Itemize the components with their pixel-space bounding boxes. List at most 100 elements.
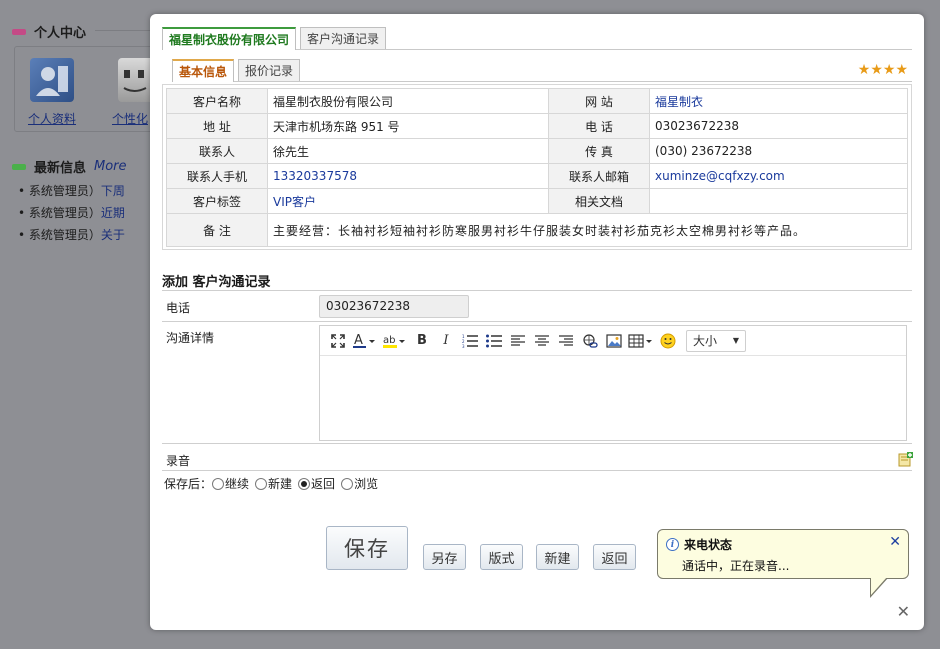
- sub-tab-bar: 基本信息 报价记录: [172, 59, 912, 82]
- call-status-message: 通话中，正在录音...: [682, 559, 790, 573]
- info-key: 备 注: [166, 213, 268, 247]
- add-recording-icon[interactable]: [898, 451, 914, 467]
- fullscreen-icon[interactable]: [326, 330, 350, 352]
- tab-communication-records[interactable]: 客户沟通记录: [300, 27, 387, 49]
- radio-selected-icon: [298, 477, 311, 490]
- profile-app[interactable]: 个人资料: [22, 58, 82, 127]
- call-status-title: 来电状态: [684, 538, 733, 552]
- bold-icon[interactable]: B: [410, 330, 434, 352]
- highlight-color-icon[interactable]: ab: [380, 330, 410, 352]
- editor-toolbar: A ab B I 123 大小 ▼: [320, 326, 906, 356]
- tab-quote-records[interactable]: 报价记录: [238, 59, 301, 81]
- top-tab-bar: 福星制衣股份有限公司 客户沟通记录: [162, 27, 912, 50]
- chevron-down-icon: ▼: [732, 336, 739, 345]
- latest-info-title: 最新信息: [34, 161, 87, 176]
- info-key: 传 真: [548, 138, 650, 164]
- website-link[interactable]: 福星制衣: [649, 88, 908, 114]
- rating-stars: ★★★★: [857, 62, 908, 78]
- latest-info-header: 最新信息 More: [12, 157, 127, 176]
- profile-link[interactable]: 个人资料: [22, 110, 82, 127]
- call-status-popup: i 来电状态 通话中，正在录音... ✕: [657, 529, 909, 598]
- news-item[interactable]: • 系统管理员）下周: [18, 182, 125, 199]
- info-icon: i: [666, 538, 679, 551]
- table-row: 地 址 天津市机场东路 951 号 电 话 03023672238: [166, 113, 908, 139]
- tag-link[interactable]: VIP客户: [267, 188, 549, 214]
- save-after-label: 保存后：: [164, 477, 213, 491]
- info-value: 天津市机场东路 951 号: [267, 113, 549, 139]
- italic-icon[interactable]: I: [434, 330, 458, 352]
- back-button[interactable]: 返回: [593, 544, 636, 570]
- finder-icon: [118, 58, 154, 102]
- divider: [162, 290, 912, 291]
- documents-value: [649, 188, 908, 214]
- emoticon-icon[interactable]: [656, 330, 680, 352]
- table-icon[interactable]: [626, 330, 656, 352]
- align-right-icon[interactable]: [554, 330, 578, 352]
- save-button[interactable]: 保存: [326, 526, 408, 570]
- table-row: 客户名称 福星制衣股份有限公司 网 站 福星制衣: [166, 88, 908, 114]
- option-back[interactable]: 返回: [298, 475, 335, 492]
- info-key: 客户名称: [166, 88, 268, 114]
- phone-label: 电话: [166, 301, 191, 315]
- option-browse[interactable]: 浏览: [341, 475, 378, 492]
- table-row: 联系人手机 13320337578 联系人邮箱 xuminze@cqfxzy.c…: [166, 163, 908, 189]
- info-value: (030) 23672238: [649, 138, 908, 164]
- phone-field[interactable]: 03023672238: [319, 295, 469, 318]
- rich-text-editor: A ab B I 123 大小 ▼: [319, 325, 907, 441]
- align-center-icon[interactable]: [530, 330, 554, 352]
- email-link[interactable]: xuminze@cqfxzy.com: [649, 163, 908, 189]
- news-item[interactable]: • 系统管理员）近期: [18, 204, 125, 221]
- tab-basic-info[interactable]: 基本信息: [172, 59, 235, 82]
- info-key: 网 站: [548, 88, 650, 114]
- option-new[interactable]: 新建: [255, 475, 292, 492]
- new-button[interactable]: 新建: [536, 544, 579, 570]
- link-icon[interactable]: [578, 330, 602, 352]
- svg-text:A: A: [354, 333, 363, 348]
- info-value: 徐先生: [267, 138, 549, 164]
- table-row: 客户标签 VIP客户 相关文档: [166, 188, 908, 214]
- svg-text:3: 3: [462, 344, 465, 348]
- personal-center-header: 个人中心: [12, 22, 86, 41]
- radio-icon: [255, 477, 268, 490]
- align-left-icon[interactable]: [506, 330, 530, 352]
- tab-company[interactable]: 福星制衣股份有限公司: [162, 27, 297, 50]
- info-key: 电 话: [548, 113, 650, 139]
- font-color-icon[interactable]: A: [350, 330, 380, 352]
- info-key: 联系人: [166, 138, 268, 164]
- info-key: 联系人邮箱: [548, 163, 650, 189]
- user-profile-icon: [30, 58, 74, 102]
- ordered-list-icon[interactable]: 123: [458, 330, 482, 352]
- info-key: 地 址: [166, 113, 268, 139]
- note-value: 主要经营：长袖衬衫短袖衬衫防寒服男衬衫牛仔服装女时装衬衫茄克衫太空棉男衬衫等产品…: [267, 213, 908, 247]
- info-key: 联系人手机: [166, 163, 268, 189]
- close-icon[interactable]: ✕: [889, 534, 901, 550]
- table-row: 联系人 徐先生 传 真 (030) 23672238: [166, 138, 908, 164]
- svg-text:ab: ab: [383, 335, 395, 346]
- radio-icon: [212, 477, 225, 490]
- mobile-link[interactable]: 13320337578: [267, 163, 549, 189]
- option-continue[interactable]: 继续: [212, 475, 249, 492]
- dialog-close-icon[interactable]: ✕: [897, 602, 910, 621]
- format-button[interactable]: 版式: [480, 544, 523, 570]
- editor-content-area[interactable]: [320, 356, 906, 440]
- bubble-tail: [871, 577, 887, 595]
- unordered-list-icon[interactable]: [482, 330, 506, 352]
- info-value: 福星制衣股份有限公司: [267, 88, 549, 114]
- divider: [162, 470, 912, 471]
- news-item[interactable]: • 系统管理员）关于: [18, 226, 125, 243]
- customer-info-table: 客户名称 福星制衣股份有限公司 网 站 福星制衣 地 址 天津市机场东路 951…: [166, 88, 908, 247]
- section-bar-icon: [12, 28, 26, 35]
- info-key: 相关文档: [548, 188, 650, 214]
- call-status-header: i 来电状态: [666, 536, 732, 553]
- font-size-select[interactable]: 大小 ▼: [686, 329, 746, 352]
- personal-center-title: 个人中心: [34, 26, 87, 41]
- customer-dialog: 福星制衣股份有限公司 客户沟通记录 基本信息 报价记录 ★★★★ 客户名称 福星…: [150, 14, 924, 630]
- save-as-button[interactable]: 另存: [423, 544, 466, 570]
- recording-label: 录音: [166, 454, 191, 468]
- save-after-options: 保存后： 继续 新建 返回 浏览: [164, 475, 384, 492]
- detail-label: 沟通详情: [166, 331, 215, 345]
- more-link[interactable]: More: [94, 159, 127, 174]
- customer-info-panel: 客户名称 福星制衣股份有限公司 网 站 福星制衣 地 址 天津市机场东路 951…: [162, 84, 912, 250]
- info-key: 客户标签: [166, 188, 268, 214]
- image-icon[interactable]: [602, 330, 626, 352]
